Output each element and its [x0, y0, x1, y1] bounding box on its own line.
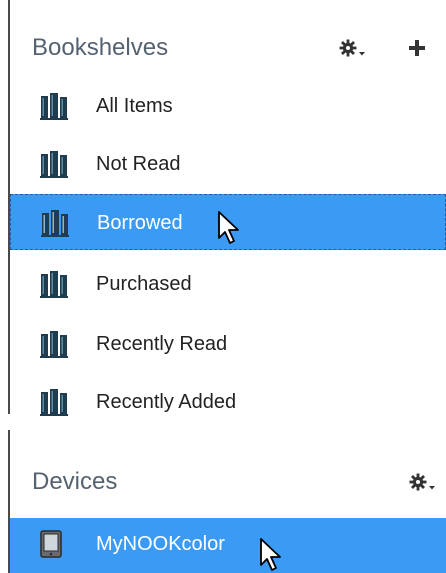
- bookshelf-icon: [40, 271, 68, 298]
- plus-icon: [409, 40, 425, 56]
- bookshelf-item-label: Purchased: [96, 273, 192, 295]
- add-bookshelf-button[interactable]: [402, 18, 432, 78]
- device-item-mynookcolor[interactable]: MyNOOKcolor: [10, 518, 446, 573]
- bookshelves-header: Bookshelves: [10, 18, 446, 78]
- bookshelf-item-recently-added[interactable]: Recently Added: [10, 374, 446, 430]
- bookshelves-settings-button[interactable]: [335, 18, 371, 78]
- bookshelf-item-label: Recently Read: [96, 333, 228, 355]
- devices-settings-button[interactable]: [405, 452, 441, 512]
- library-sidebar: Bookshelves All Items Not Read Borrowed …: [0, 0, 446, 573]
- device-item-label: MyNOOKcolor: [96, 533, 225, 555]
- bookshelf-icon: [40, 389, 68, 416]
- gear-dropdown-icon: [339, 39, 365, 57]
- bookshelf-item-label: All Items: [96, 95, 173, 117]
- bookshelf-item-label: Not Read: [96, 153, 181, 175]
- bookshelf-item-not-read[interactable]: Not Read: [10, 136, 446, 192]
- bookshelf-item-label: Recently Added: [96, 391, 237, 413]
- bookshelves-title: Bookshelves: [32, 34, 169, 61]
- gear-dropdown-icon: [409, 473, 435, 491]
- bookshelf-item-recently-read[interactable]: Recently Read: [10, 316, 446, 372]
- bookshelf-icon: [41, 210, 69, 237]
- bookshelf-item-all-items[interactable]: All Items: [10, 78, 446, 134]
- bookshelf-icon: [40, 93, 68, 120]
- devices-header: Devices: [10, 452, 446, 512]
- bookshelf-item-purchased[interactable]: Purchased: [10, 256, 446, 312]
- bookshelf-item-label: Borrowed: [97, 212, 183, 234]
- devices-title: Devices: [32, 468, 118, 495]
- bookshelf-icon: [40, 151, 68, 178]
- bookshelf-icon: [40, 331, 68, 358]
- bookshelf-item-borrowed[interactable]: Borrowed: [10, 194, 446, 250]
- tablet-icon: [40, 530, 62, 558]
